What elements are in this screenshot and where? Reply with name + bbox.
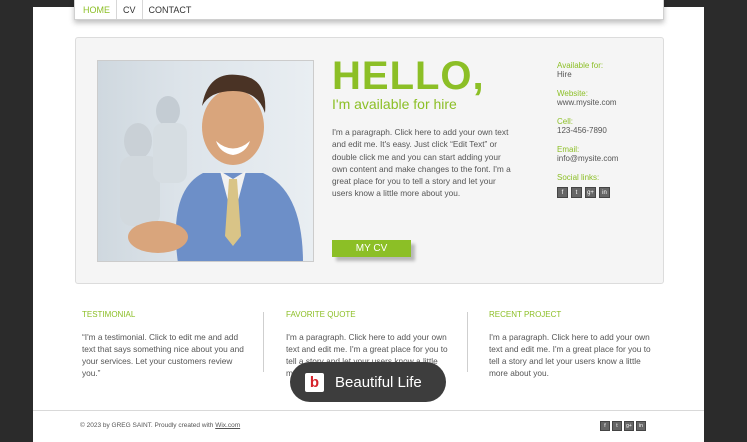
- google-plus-icon[interactable]: g+: [624, 421, 634, 431]
- copyright-text: © 2023 by GREG SAINT. Proudly created wi…: [80, 422, 216, 429]
- twitter-icon[interactable]: t: [612, 421, 622, 431]
- website-label: Website:: [557, 89, 588, 98]
- profile-photo: [97, 60, 314, 262]
- facebook-icon[interactable]: f: [557, 187, 568, 198]
- column-divider: [467, 312, 468, 372]
- testimonial-text: “I'm a testimonial. Click to edit me and…: [82, 332, 244, 378]
- about-paragraph: I'm a paragraph. Click here to add your …: [332, 127, 511, 199]
- google-plus-icon[interactable]: g+: [585, 187, 596, 198]
- column-divider: [263, 312, 264, 372]
- footer-social-links: f t g+ in: [600, 421, 646, 431]
- available-label: Available for:: [557, 61, 604, 70]
- my-cv-button[interactable]: MY CV: [332, 240, 411, 257]
- footer-divider: [33, 410, 704, 411]
- cell-label: Cell:: [557, 117, 574, 126]
- social-links-label: Social links:: [557, 173, 600, 182]
- badge-label: Beautiful Life: [335, 373, 422, 391]
- testimonial-column: TESTIMONIAL “I'm a testimonial. Click to…: [82, 310, 252, 379]
- available-value: Hire: [557, 70, 572, 79]
- twitter-icon[interactable]: t: [571, 187, 582, 198]
- nav-item-cv[interactable]: CV: [117, 0, 143, 19]
- linkedin-icon[interactable]: in: [636, 421, 646, 431]
- hello-heading: HELLO,: [332, 54, 485, 98]
- template-badge[interactable]: b Beautiful Life: [290, 362, 446, 402]
- hero-box: HELLO, I'm available for hire I'm a para…: [75, 37, 664, 284]
- nav-item-home[interactable]: HOME: [77, 0, 117, 19]
- project-title: RECENT PROJECT: [489, 310, 562, 319]
- brand-logo-icon: b: [305, 372, 324, 392]
- project-text: I'm a paragraph. Click here to add your …: [489, 332, 651, 378]
- social-links: f t g+ in: [557, 187, 657, 198]
- cell-value: 123-456-7890: [557, 126, 607, 135]
- testimonial-title: TESTIMONIAL: [82, 310, 136, 319]
- top-nav: HOME CV CONTACT: [74, 0, 664, 20]
- website-value[interactable]: www.mysite.com: [557, 98, 657, 107]
- contact-info: Available for: Hire Website: www.mysite.…: [557, 60, 657, 198]
- facebook-icon[interactable]: f: [600, 421, 610, 431]
- linkedin-icon[interactable]: in: [599, 187, 610, 198]
- email-label: Email:: [557, 145, 580, 154]
- hire-subheading: I'm available for hire: [332, 96, 457, 112]
- wix-link[interactable]: Wix.com: [215, 422, 240, 429]
- footer-copyright: © 2023 by GREG SAINT. Proudly created wi…: [80, 422, 240, 429]
- nav-item-contact[interactable]: CONTACT: [143, 0, 198, 19]
- quote-title: FAVORITE QUOTE: [286, 310, 356, 319]
- email-value[interactable]: info@mysite.com: [557, 154, 657, 163]
- project-column: RECENT PROJECT I'm a paragraph. Click he…: [489, 310, 659, 379]
